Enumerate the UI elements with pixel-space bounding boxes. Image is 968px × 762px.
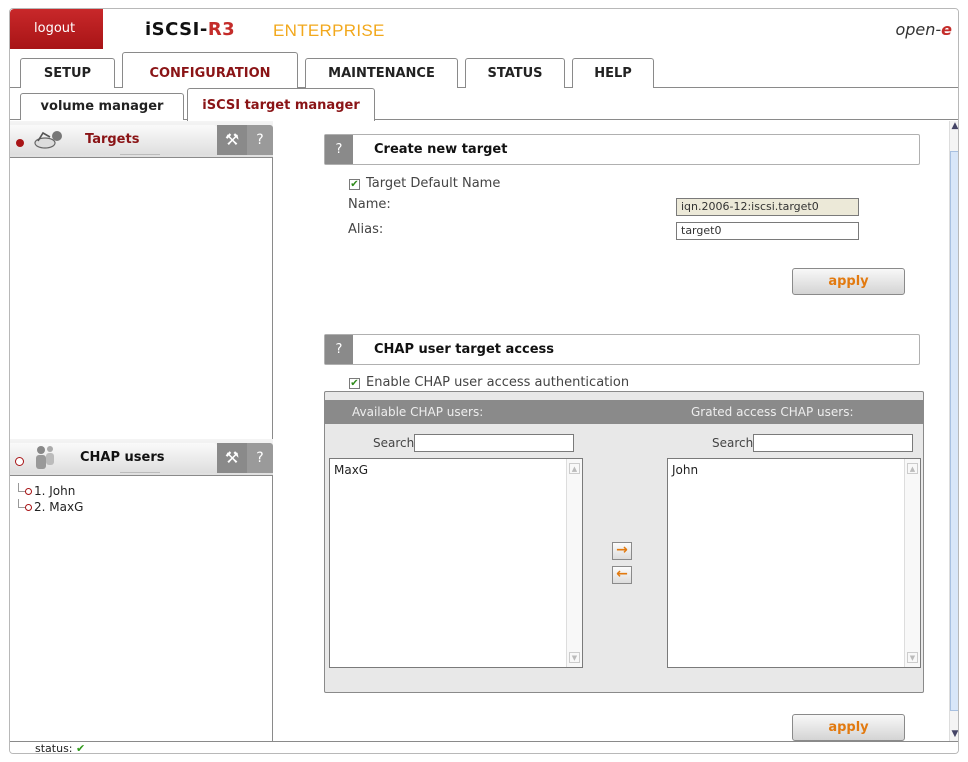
scroll-down-icon[interactable]: ▼: [907, 652, 918, 663]
chap-users-selector: Available CHAP users: Grated access CHAP…: [324, 391, 924, 693]
wrench-icon[interactable]: ⚒: [217, 443, 247, 473]
scroll-up-icon[interactable]: ▲: [950, 121, 958, 133]
apply-target-button[interactable]: apply: [792, 268, 905, 295]
tab-volume-manager[interactable]: volume manager: [20, 93, 184, 120]
scroll-down-icon[interactable]: ▼: [950, 729, 958, 741]
available-search-input[interactable]: [414, 434, 574, 452]
vendor-prefix: open-: [895, 20, 942, 39]
create-target-title: Create new target: [374, 142, 508, 157]
targets-indicator-dot: [16, 139, 24, 147]
app-window: logout iSCSI-R3 ENTERPRISE open-e SETUP …: [9, 8, 959, 754]
chap-users-help-button[interactable]: ?: [247, 443, 273, 473]
chap-users-resize-handle[interactable]: [120, 472, 160, 476]
revoke-arrow-button[interactable]: ←: [612, 566, 632, 584]
targets-panel-header: Targets ⚒ ?: [10, 121, 273, 158]
brand-suffix: R3: [207, 19, 236, 40]
chap-access-header: ? CHAP user target access: [324, 334, 920, 365]
granted-users-list[interactable]: John ▲ ▼: [667, 458, 921, 668]
vendor-suffix: e: [941, 20, 952, 39]
tree-item-label: 1. John: [34, 484, 76, 498]
apply-chap-button[interactable]: apply: [792, 714, 905, 741]
sub-tab-bar: volume manager iSCSI target manager: [10, 88, 958, 121]
list-item[interactable]: John: [672, 463, 916, 477]
enable-chap-label: Enable CHAP user access authentication: [366, 375, 630, 390]
chap-users-panel-header: CHAP users ⚒ ?: [10, 439, 273, 476]
alias-label: Alias:: [348, 222, 384, 237]
available-users-header: Available CHAP users:: [352, 405, 484, 419]
check-icon: ✔: [76, 742, 86, 754]
tab-status[interactable]: STATUS: [465, 58, 565, 88]
scroll-thumb[interactable]: [950, 151, 958, 711]
targets-resize-handle[interactable]: [120, 154, 160, 158]
brand-prefix: iSCSI-: [145, 19, 208, 40]
scroll-down-icon[interactable]: ▼: [569, 652, 580, 663]
chap-users-tree: 1. John 2. MaxG: [18, 483, 83, 515]
enable-chap-checkbox[interactable]: ✔: [349, 378, 360, 389]
granted-search-label: Search: [712, 436, 754, 450]
chap-users-title: CHAP users: [80, 450, 165, 465]
chap-access-title: CHAP user target access: [374, 342, 555, 357]
users-icon: [36, 446, 54, 469]
name-label: Name:: [348, 197, 391, 212]
chap-selector-header: Available CHAP users: Grated access CHAP…: [325, 400, 923, 424]
tab-help[interactable]: HELP: [572, 58, 654, 88]
scroll-up-icon[interactable]: ▲: [569, 463, 580, 474]
tab-setup[interactable]: SETUP: [20, 58, 115, 88]
create-target-help-button[interactable]: ?: [325, 135, 353, 164]
grant-arrow-button[interactable]: →: [612, 542, 632, 560]
tree-item[interactable]: 1. John: [18, 483, 83, 499]
content-scrollbar[interactable]: ▲ ▼: [949, 121, 958, 741]
targets-title: Targets: [85, 132, 140, 147]
alias-field[interactable]: target0: [676, 222, 859, 240]
status-label: status:: [35, 742, 73, 754]
scroll-up-icon[interactable]: ▲: [907, 463, 918, 474]
granted-users-header: Grated access CHAP users:: [691, 405, 854, 419]
chap-access-help-button[interactable]: ?: [325, 335, 353, 364]
target-default-name-checkbox[interactable]: ✔: [349, 179, 360, 190]
status-bar: status: ✔: [10, 741, 958, 754]
target-default-name-label: Target Default Name: [366, 176, 501, 191]
chap-users-indicator-dot: [15, 457, 24, 466]
left-panel: Targets ⚒ ? CHAP users ⚒ ? 1. John 2. Ma…: [10, 121, 273, 741]
name-field[interactable]: iqn.2006-12:iscsi.target0: [676, 198, 859, 216]
tab-configuration[interactable]: CONFIGURATION: [122, 52, 298, 89]
main-content: ? Create new target ✔ Target Default Nam…: [274, 121, 949, 741]
node-icon: [25, 488, 32, 495]
available-search-label: Search: [373, 436, 415, 450]
header-bar: logout iSCSI-R3 ENTERPRISE open-e: [10, 9, 958, 49]
granted-search-input[interactable]: [753, 434, 913, 452]
create-target-header: ? Create new target: [324, 134, 920, 165]
targets-help-button[interactable]: ?: [247, 125, 273, 155]
main-tab-bar: SETUP CONFIGURATION MAINTENANCE STATUS H…: [10, 52, 958, 89]
tab-maintenance[interactable]: MAINTENANCE: [305, 58, 458, 88]
node-icon: [25, 504, 32, 511]
list-scrollbar[interactable]: ▲ ▼: [566, 459, 582, 667]
wrench-icon[interactable]: ⚒: [217, 125, 247, 155]
available-users-list[interactable]: MaxG ▲ ▼: [329, 458, 583, 668]
list-item[interactable]: MaxG: [334, 463, 578, 477]
tab-iscsi-target-manager[interactable]: iSCSI target manager: [187, 88, 375, 121]
product-logo: iSCSI-R3: [145, 19, 235, 40]
vendor-logo: open-e: [895, 20, 952, 39]
edition-label: ENTERPRISE: [273, 21, 385, 40]
tree-item-label: 2. MaxG: [34, 500, 84, 514]
list-scrollbar[interactable]: ▲ ▼: [904, 459, 920, 667]
logout-button[interactable]: logout: [10, 9, 103, 49]
targets-icon: [34, 131, 62, 149]
tree-item[interactable]: 2. MaxG: [18, 499, 83, 515]
